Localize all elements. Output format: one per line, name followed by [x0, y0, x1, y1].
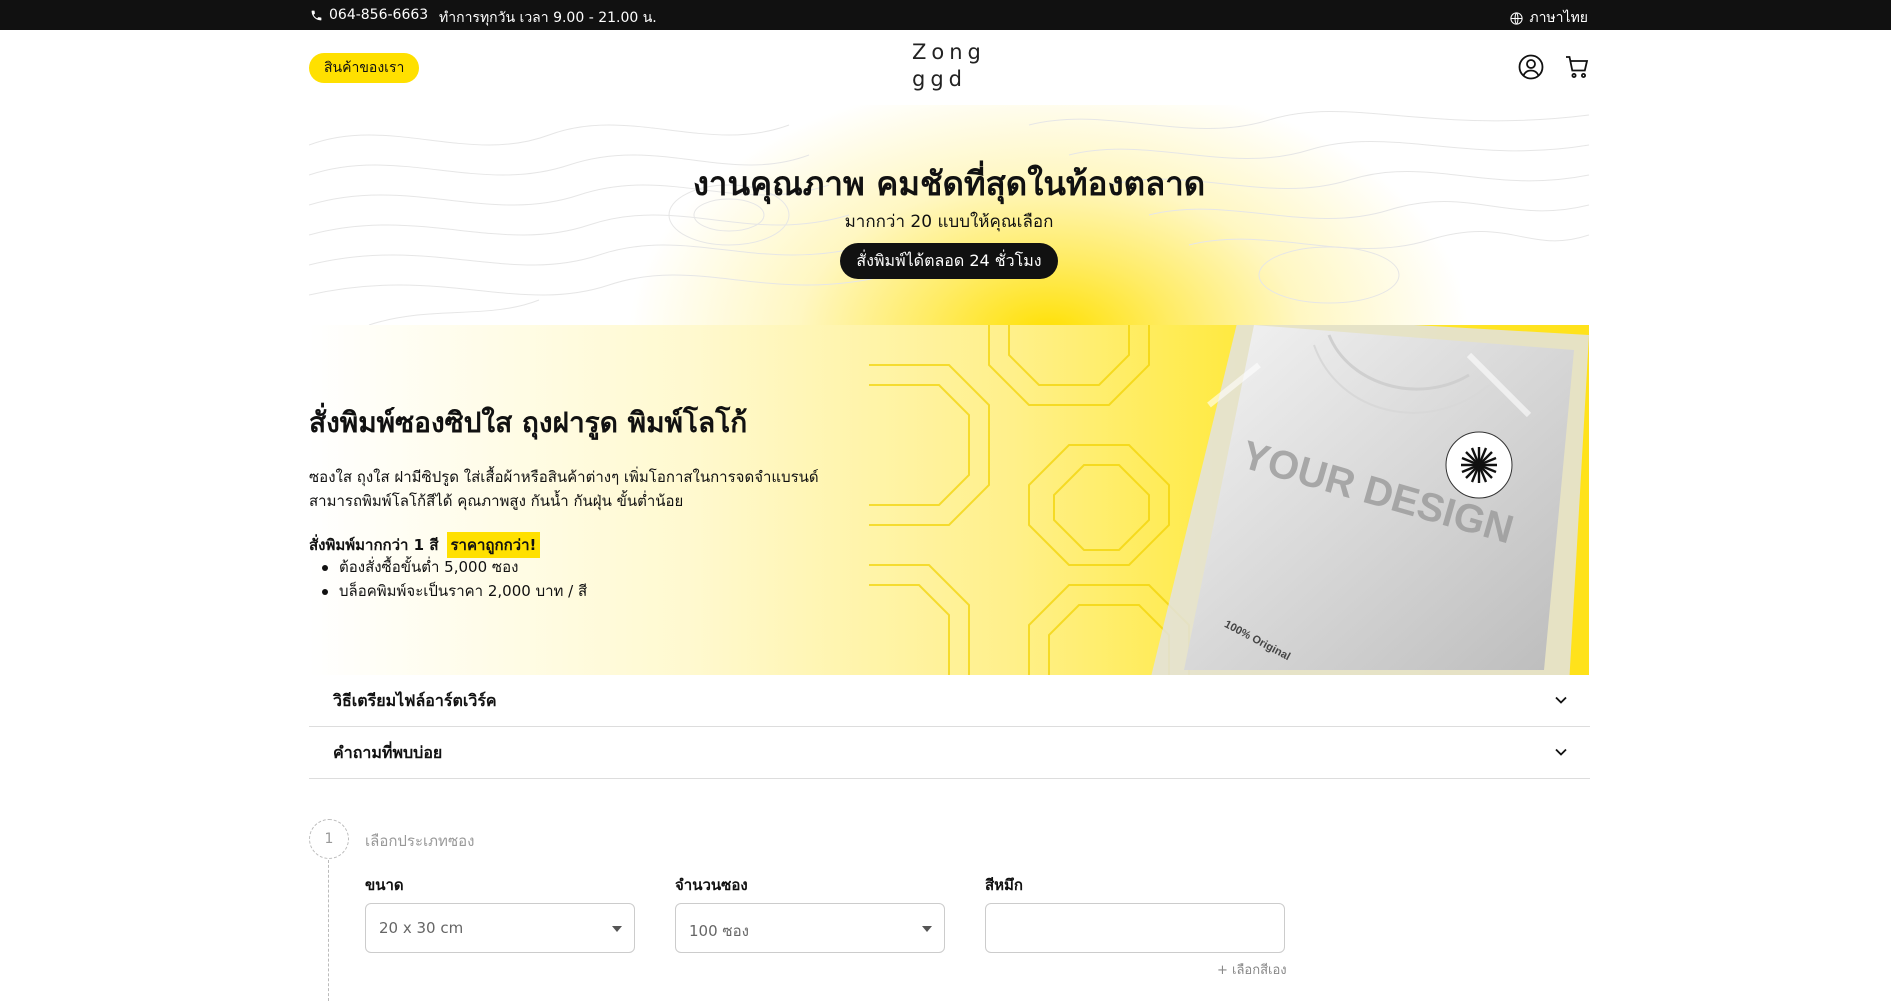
banner-desc-line-2: สามารถพิมพ์โลโก้สีได้ คุณภาพสูง กันน้ำ ก… [309, 492, 684, 510]
step-title: เลือกประเภทซอง [365, 832, 475, 850]
product-bag-image: YOUR DESIGN 100% Original [1151, 325, 1589, 675]
accordion-label: คำถามที่พบบ่อย [333, 743, 443, 762]
list-item: ต้องสั่งซื้อขั้นต่ำ 5,000 ซอง [319, 555, 587, 579]
hero-title: งานคุณภาพ คมชัดที่สุดในท้องตลาด [692, 164, 1206, 203]
quantity-value: 100 ซอง [689, 922, 749, 940]
hero-banner: งานคุณภาพ คมชัดที่สุดในท้องตลาด มากกว่า … [309, 105, 1589, 325]
artwork-guide-accordion[interactable]: วิธีเตรียมไฟล์อาร์ตเวิร์ค [309, 675, 1590, 727]
size-select[interactable]: 20 x 30 cm [365, 903, 635, 953]
globe-icon [1510, 11, 1523, 25]
our-products-button[interactable]: สินค้าของเรา [309, 53, 420, 83]
product-banner: สั่งพิมพ์ซองซิปใส ถุงฝารูด พิมพ์โลโก้ ซอ… [309, 325, 1589, 675]
sun-logo-icon [1461, 447, 1497, 483]
cart-icon[interactable] [1564, 54, 1590, 80]
step-connector [328, 860, 329, 1001]
language-switcher[interactable]: ภาษาไทย [1509, 7, 1588, 29]
logo-line-2: ggd [912, 67, 967, 91]
logo-line-1: Zong [912, 40, 986, 64]
pick-custom-color-link[interactable]: + เลือกสีเอง [1217, 959, 1287, 980]
accordion-label: วิธีเตรียมไฟล์อาร์ตเวิร์ค [333, 691, 497, 710]
ink-color-input[interactable] [985, 903, 1285, 953]
language-label: ภาษาไทย [1529, 10, 1588, 26]
order-24h-button[interactable]: สั่งพิมพ์ได้ตลอด 24 ชั่วโมง [840, 243, 1058, 279]
site-logo[interactable]: Zong ggd [912, 39, 992, 93]
promo-text: สั่งพิมพ์มากกว่า 1 สี [309, 536, 439, 554]
step-number: 1 [309, 819, 349, 859]
hero-subtitle: มากกว่า 20 แบบให้คุณเลือก [844, 212, 1054, 232]
chevron-down-icon [1555, 696, 1567, 704]
ink-color-label: สีหมึก [985, 876, 1024, 894]
user-account-icon[interactable] [1518, 54, 1544, 80]
phone-number: 064-856-6663 [329, 7, 429, 23]
size-label: ขนาด [365, 876, 404, 894]
size-value: 20 x 30 cm [379, 919, 464, 937]
quantity-label: จำนวนซอง [675, 876, 748, 894]
phone-contact[interactable]: 064-856-6663 [310, 7, 428, 23]
banner-desc-line-1: ซองใส ถุงใส ฝามีซิปรูด ใส่เสื้อผ้าหรือสิ… [309, 468, 819, 486]
site-header: สินค้าของเรา Zong ggd [0, 30, 1891, 105]
banner-description: ซองใส ถุงใส ฝามีซิปรูด ใส่เสื้อผ้าหรือสิ… [309, 465, 829, 513]
conditions-list: ต้องสั่งซื้อขั้นต่ำ 5,000 ซอง บล็อคพิมพ์… [319, 555, 587, 603]
business-hours: ทำการทุกวัน เวลา 9.00 - 21.00 น. [439, 10, 657, 26]
banner-title: สั่งพิมพ์ซองซิปใส ถุงฝารูด พิมพ์โลโก้ [309, 406, 748, 439]
chevron-down-icon [1555, 748, 1567, 756]
caret-down-icon [922, 926, 932, 932]
phone-icon [311, 10, 322, 20]
quantity-select[interactable]: 100 ซอง [675, 903, 945, 953]
top-bar: 064-856-6663 ทำการทุกวัน เวลา 9.00 - 21.… [0, 0, 1891, 30]
faq-accordion[interactable]: คำถามที่พบบ่อย [309, 727, 1590, 779]
caret-down-icon [612, 926, 622, 932]
list-item: บล็อคพิมพ์จะเป็นราคา 2,000 บาท / สี [319, 579, 587, 603]
